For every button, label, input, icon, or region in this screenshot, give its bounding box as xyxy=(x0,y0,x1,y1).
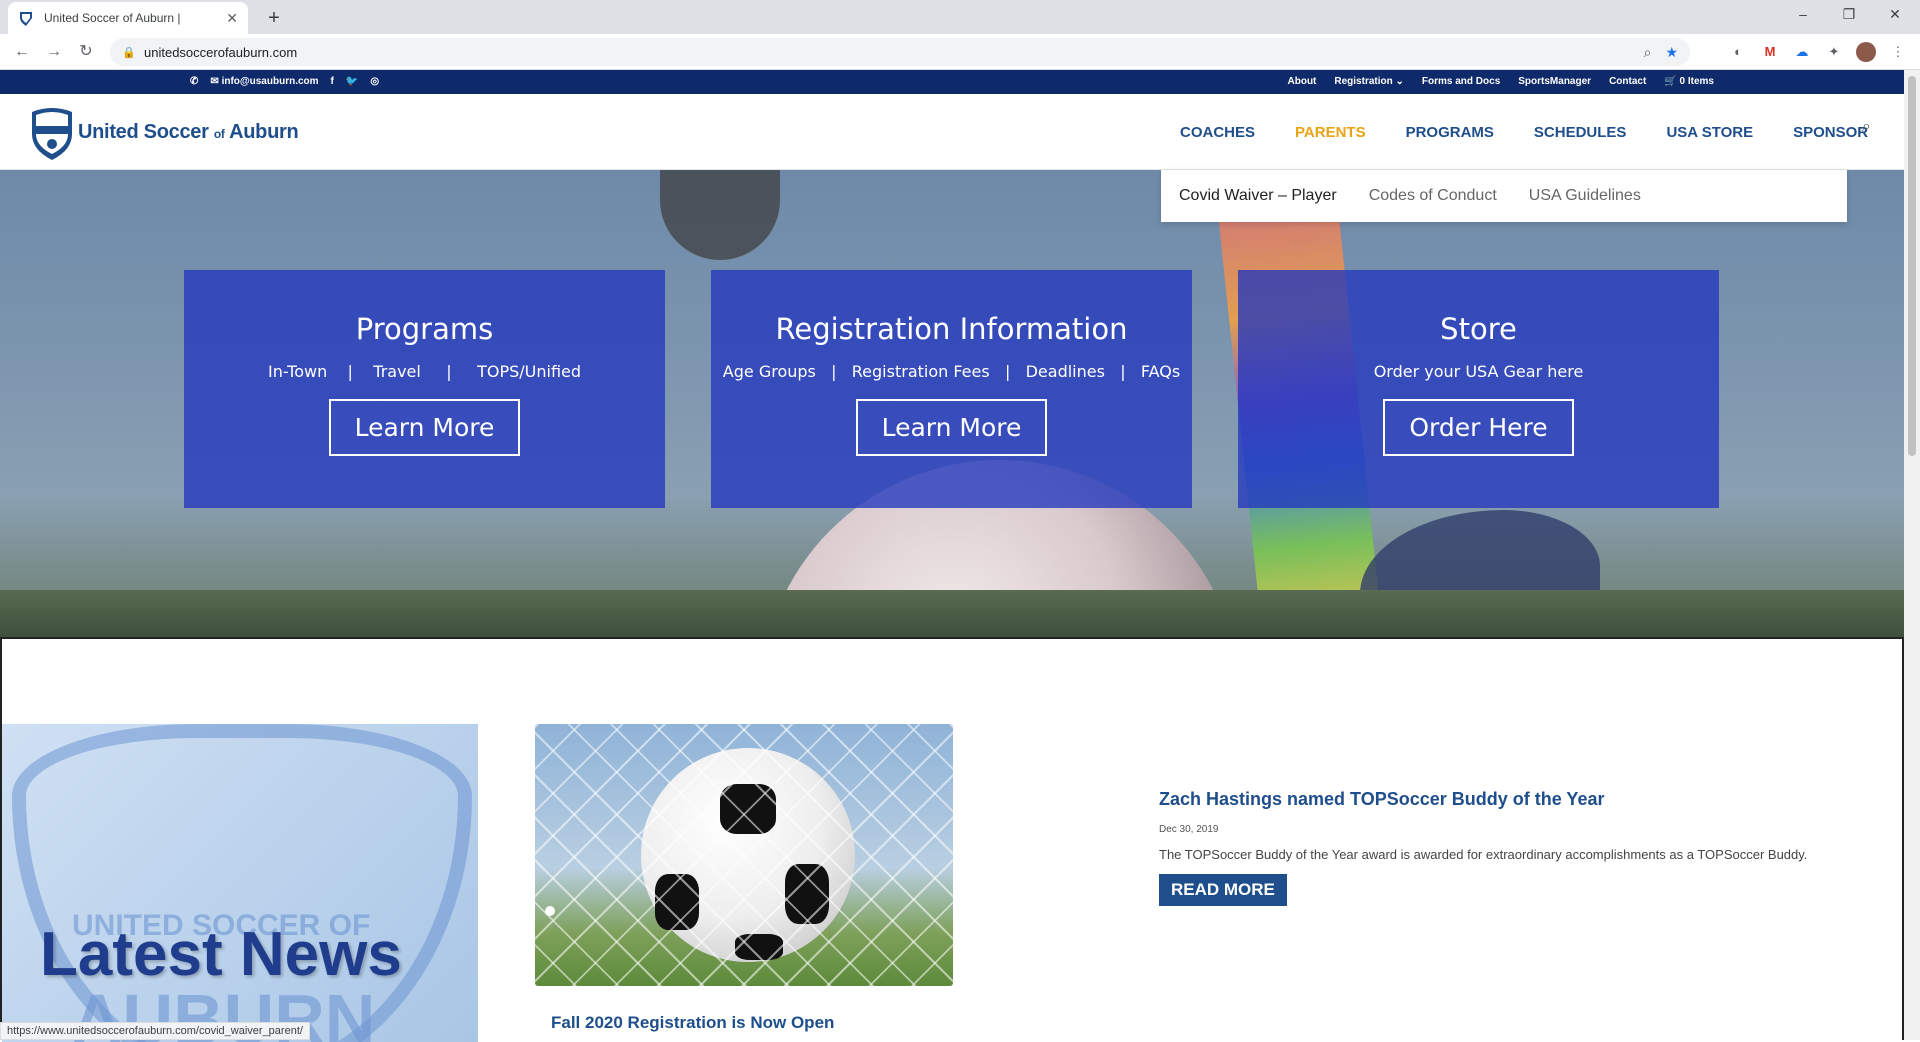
twitter-icon[interactable]: 🐦 xyxy=(346,76,358,87)
topbar-link-about[interactable]: About xyxy=(1288,76,1317,87)
nav-schedules[interactable]: SCHEDULES xyxy=(1534,124,1627,141)
status-bar-url: https://www.unitedsoccerofauburn.com/cov… xyxy=(0,1022,310,1040)
reload-icon[interactable]: ↻ xyxy=(72,38,100,66)
parents-dropdown-menu: Covid Waiver – Player Codes of Conduct U… xyxy=(1161,170,1847,222)
store-card-subtitle: Order your USA Gear here xyxy=(1373,362,1584,381)
cart-icon: 🛒 xyxy=(1664,76,1677,87)
programs-learn-more-button[interactable]: Learn More xyxy=(328,399,521,456)
hero-grass-image xyxy=(0,590,1904,637)
featured-article: Zach Hastings named TOPSoccer Buddy of t… xyxy=(1159,789,1859,906)
new-tab-button[interactable]: + xyxy=(260,4,288,32)
link-registration-fees[interactable]: Registration Fees xyxy=(852,362,990,381)
topbar-link-forms[interactable]: Forms and Docs xyxy=(1422,76,1500,87)
extension-circle-icon[interactable]: ◐ xyxy=(1728,42,1748,62)
nav-parents[interactable]: PARENTS xyxy=(1295,124,1366,141)
cart-link[interactable]: 🛒 0 Items xyxy=(1664,76,1714,87)
nav-sponsor[interactable]: SPONSOR xyxy=(1793,124,1868,141)
logo-text-auburn: Auburn xyxy=(229,120,299,143)
bookmark-star-icon[interactable]: ★ xyxy=(1665,44,1678,61)
registration-label: Registration xyxy=(1334,76,1393,87)
menu-item-usa-guidelines[interactable]: USA Guidelines xyxy=(1529,187,1641,205)
tab-title: United Soccer of Auburn | xyxy=(44,11,181,25)
crest-icon xyxy=(32,108,72,160)
topbar-link-registration[interactable]: Registration ⌄ xyxy=(1334,76,1404,87)
registration-learn-more-button[interactable]: Learn More xyxy=(855,399,1048,456)
store-card-title: Store xyxy=(1440,312,1517,346)
window-close-icon[interactable]: ✕ xyxy=(1872,0,1918,30)
logo-text-united: United Soccer xyxy=(78,120,209,143)
facebook-icon[interactable]: f xyxy=(331,76,334,87)
minimize-icon[interactable]: – xyxy=(1780,0,1826,30)
nav-coaches[interactable]: COACHES xyxy=(1180,124,1255,141)
forward-icon[interactable]: → xyxy=(40,38,68,66)
profile-avatar[interactable] xyxy=(1856,42,1876,62)
back-icon[interactable]: ← xyxy=(8,38,36,66)
phone-icon[interactable]: ✆ xyxy=(190,76,198,87)
page-scrollbar[interactable] xyxy=(1904,70,1920,1040)
scrollbar-thumb[interactable] xyxy=(1908,76,1916,456)
latest-news-heading: Latest News xyxy=(40,920,402,989)
registration-card-links: Age Groups | Registration Fees | Deadlin… xyxy=(722,362,1181,381)
fall-registration-post-title[interactable]: Fall 2020 Registration is Now Open xyxy=(551,1013,834,1033)
site-logo[interactable]: United Soccer of Auburn xyxy=(28,104,299,160)
link-travel[interactable]: Travel xyxy=(373,362,421,381)
zoom-icon[interactable]: ⌕ xyxy=(1644,44,1652,61)
instagram-icon[interactable]: ◎ xyxy=(370,76,379,87)
programs-card-links: In-Town | Travel | TOPS/Unified xyxy=(267,362,582,381)
link-tops-unified[interactable]: TOPS/Unified xyxy=(477,362,581,381)
main-nav: COACHES PARENTS PROGRAMS SCHEDULES USA S… xyxy=(1180,124,1868,141)
article-date: Dec 30, 2019 xyxy=(1159,824,1219,835)
menu-item-codes-of-conduct[interactable]: Codes of Conduct xyxy=(1369,187,1497,205)
site-header: United Soccer of Auburn COACHES PARENTS … xyxy=(0,94,1904,170)
chevron-down-icon: ⌄ xyxy=(1395,76,1404,87)
lock-icon: 🔒 xyxy=(122,46,136,59)
programs-card: Programs In-Town | Travel | TOPS/Unified… xyxy=(184,270,665,508)
store-card: Store Order your USA Gear here Order Her… xyxy=(1238,270,1719,508)
link-faqs[interactable]: FAQs xyxy=(1141,362,1180,381)
order-here-button[interactable]: Order Here xyxy=(1383,399,1574,456)
link-age-groups[interactable]: Age Groups xyxy=(723,362,816,381)
hero-foot-image xyxy=(660,170,780,260)
cart-count: 0 Items xyxy=(1679,76,1714,87)
menu-item-covid-waiver[interactable]: Covid Waiver – Player xyxy=(1179,187,1337,205)
read-more-button[interactable]: READ MORE xyxy=(1159,874,1287,906)
news-crest-background: UNITED SOCCER OF AUBURN xyxy=(2,724,478,1042)
cloud-extension-icon[interactable]: ☁ xyxy=(1792,42,1812,62)
site-top-bar: ✆ ✉ info@usauburn.com f 🐦 ◎ About Regist… xyxy=(0,70,1904,94)
extensions-puzzle-icon[interactable]: ✦ xyxy=(1824,42,1844,62)
email-text: info@usauburn.com xyxy=(221,76,319,87)
email-link[interactable]: ✉ info@usauburn.com xyxy=(210,76,318,87)
news-post-image[interactable] xyxy=(535,724,953,986)
hero-banner: Programs In-Town | Travel | TOPS/Unified… xyxy=(0,170,1904,637)
browser-menu-icon[interactable]: ⋮ xyxy=(1888,42,1908,62)
programs-card-title: Programs xyxy=(355,312,494,346)
browser-tab-strip: United Soccer of Auburn | ✕ + – ❐ ✕ xyxy=(0,0,1920,34)
article-title[interactable]: Zach Hastings named TOPSoccer Buddy of t… xyxy=(1159,789,1859,810)
article-excerpt: The TOPSoccer Buddy of the Year award is… xyxy=(1159,847,1808,862)
logo-text: United Soccer of Auburn xyxy=(78,120,299,144)
nav-programs[interactable]: PROGRAMS xyxy=(1406,124,1494,141)
goal-net-overlay xyxy=(535,724,953,986)
site-favicon-icon xyxy=(18,10,34,26)
link-deadlines[interactable]: Deadlines xyxy=(1026,362,1105,381)
address-bar[interactable]: 🔒 unitedsoccerofauburn.com ⌕ ★ xyxy=(110,38,1690,66)
logo-text-of: of xyxy=(213,126,225,141)
browser-toolbar: ← → ↻ 🔒 unitedsoccerofauburn.com ⌕ ★ xyxy=(0,34,1920,70)
topbar-link-sportsmanager[interactable]: SportsManager xyxy=(1518,76,1591,87)
tab-close-icon[interactable]: ✕ xyxy=(226,10,238,27)
slider-dot[interactable] xyxy=(545,906,555,916)
registration-card-title: Registration Information xyxy=(775,312,1128,346)
browser-tab[interactable]: United Soccer of Auburn | ✕ xyxy=(8,2,248,34)
restore-icon[interactable]: ❐ xyxy=(1826,0,1872,30)
link-in-town[interactable]: In-Town xyxy=(268,362,327,381)
url-text[interactable]: unitedsoccerofauburn.com xyxy=(144,45,1630,60)
topbar-link-contact[interactable]: Contact xyxy=(1609,76,1646,87)
search-icon[interactable]: ⌕ xyxy=(1862,118,1871,136)
nav-usa-store[interactable]: USA STORE xyxy=(1666,124,1753,141)
registration-card: Registration Information Age Groups | Re… xyxy=(711,270,1192,508)
gmail-extension-icon[interactable]: M xyxy=(1760,42,1780,62)
news-section: UNITED SOCCER OF AUBURN Latest News Fall… xyxy=(0,637,1904,1042)
